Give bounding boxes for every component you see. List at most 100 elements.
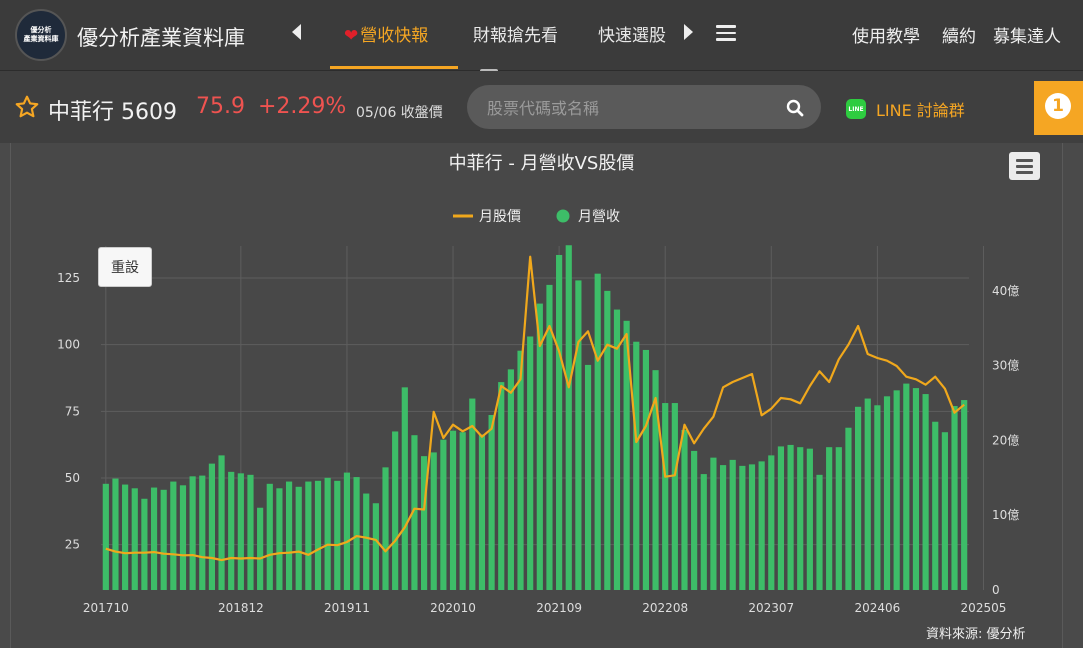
revenue-bar xyxy=(739,465,746,590)
revenue-bar xyxy=(353,477,360,590)
x-tick-label: 201710 xyxy=(83,601,129,615)
revenue-bar xyxy=(912,388,920,590)
revenue-bar xyxy=(613,309,621,590)
y-left-tick-label: 100 xyxy=(57,338,80,352)
revenue-bar xyxy=(112,478,119,590)
revenue-bar xyxy=(556,254,563,590)
revenue-bar xyxy=(797,447,804,590)
revenue-price-chart: 201710 201812 201911 202010 202109 202208 2023… xyxy=(57,245,1019,615)
legend-label-revenue: 月營收 xyxy=(578,209,620,225)
revenue-bar xyxy=(266,483,273,590)
revenue-bar xyxy=(748,464,756,590)
revenue-bar xyxy=(150,487,158,590)
revenue-bar xyxy=(565,245,572,590)
revenue-bar xyxy=(208,463,215,590)
revenue-bar xyxy=(662,403,669,590)
price-line xyxy=(105,255,965,562)
revenue-bar xyxy=(691,450,698,590)
y-right-tick-label: 20億 xyxy=(992,433,1019,447)
revenue-bar xyxy=(826,447,833,590)
revenue-bar xyxy=(179,485,187,590)
revenue-bar xyxy=(218,455,225,590)
data-source-note: 資料來源: 優分析 xyxy=(926,627,1026,642)
revenue-bar xyxy=(401,387,408,590)
x-tick-label: 202307 xyxy=(748,601,794,615)
revenue-bar xyxy=(575,280,582,590)
legend-item-price[interactable]: 月股價 xyxy=(453,206,521,226)
revenue-bar xyxy=(816,474,823,590)
revenue-bar xyxy=(459,432,466,590)
revenue-bar xyxy=(392,431,399,590)
y-right-tick-label: 30億 xyxy=(992,359,1019,373)
revenue-bar xyxy=(314,480,322,590)
y-left-tick-label: 75 xyxy=(65,404,80,418)
revenue-bar xyxy=(941,432,948,590)
revenue-bar xyxy=(343,472,351,590)
x-tick-label: 201812 xyxy=(218,601,264,615)
revenue-bar xyxy=(719,465,727,590)
revenue-bar xyxy=(334,480,341,590)
revenue-bar xyxy=(903,383,910,590)
revenue-bar xyxy=(700,474,707,590)
revenue-bar xyxy=(642,349,649,590)
revenue-bar xyxy=(247,474,254,590)
x-tick-label: 202109 xyxy=(536,601,582,615)
reset-zoom-button[interactable]: 重設 xyxy=(98,247,152,287)
y-right-tick-label: 0 xyxy=(992,583,1000,597)
revenue-bar xyxy=(855,406,862,590)
legend-item-revenue[interactable]: 月營收 xyxy=(556,206,620,226)
revenue-bar xyxy=(507,369,514,590)
revenue-bar xyxy=(517,350,524,590)
revenue-bar xyxy=(122,484,129,590)
revenue-bar xyxy=(527,336,534,590)
chart-title: 中菲行 - 月營收VS股價 xyxy=(448,153,635,174)
y-right-tick-label: 10億 xyxy=(992,508,1019,522)
revenue-bar xyxy=(768,455,775,590)
revenue-bar xyxy=(584,364,592,590)
legend-label-price: 月股價 xyxy=(479,209,521,225)
revenue-bar xyxy=(141,498,148,590)
revenue-bar xyxy=(131,488,138,590)
revenue-bar xyxy=(295,486,302,590)
revenue-bar xyxy=(729,459,736,590)
revenue-bar xyxy=(864,398,871,590)
x-tick-label: 202010 xyxy=(430,601,476,615)
revenue-bar xyxy=(604,290,611,590)
revenue-bar xyxy=(961,400,968,590)
revenue-bar xyxy=(170,481,177,590)
chart-export-menu-icon[interactable] xyxy=(1009,152,1040,180)
revenue-bar xyxy=(382,467,389,590)
revenue-bar xyxy=(874,405,881,590)
revenue-bar xyxy=(363,493,370,590)
revenue-bar xyxy=(835,447,842,590)
y-left-tick-label: 125 xyxy=(57,271,80,285)
revenue-bar xyxy=(951,406,958,590)
x-tick-label: 201911 xyxy=(324,601,370,615)
revenue-bar xyxy=(199,475,206,590)
revenue-bar xyxy=(488,415,495,590)
revenue-bar xyxy=(421,456,428,590)
revenue-bar xyxy=(777,446,785,590)
revenue-bar xyxy=(806,448,813,590)
revenue-bar xyxy=(305,481,312,590)
revenue-bar xyxy=(257,507,264,590)
revenue-bar xyxy=(478,434,486,590)
y-right-tick-label: 40億 xyxy=(992,284,1019,298)
revenue-bar xyxy=(228,471,235,590)
y-left-tick-label: 50 xyxy=(65,471,80,485)
revenue-bar xyxy=(285,481,293,590)
revenue-bar xyxy=(449,430,457,590)
revenue-bar xyxy=(932,421,939,590)
revenue-bar xyxy=(671,403,678,590)
revenue-bar xyxy=(440,439,447,590)
revenue-bar xyxy=(681,429,688,590)
revenue-bar xyxy=(883,396,891,590)
x-tick-label: 202208 xyxy=(642,601,688,615)
y-left-tick-label: 25 xyxy=(65,538,80,552)
revenue-bar xyxy=(372,503,379,590)
revenue-bar xyxy=(787,444,794,590)
revenue-bar xyxy=(845,427,852,590)
revenue-bar xyxy=(430,452,437,590)
revenue-bar xyxy=(498,382,505,590)
revenue-bar xyxy=(102,483,109,590)
